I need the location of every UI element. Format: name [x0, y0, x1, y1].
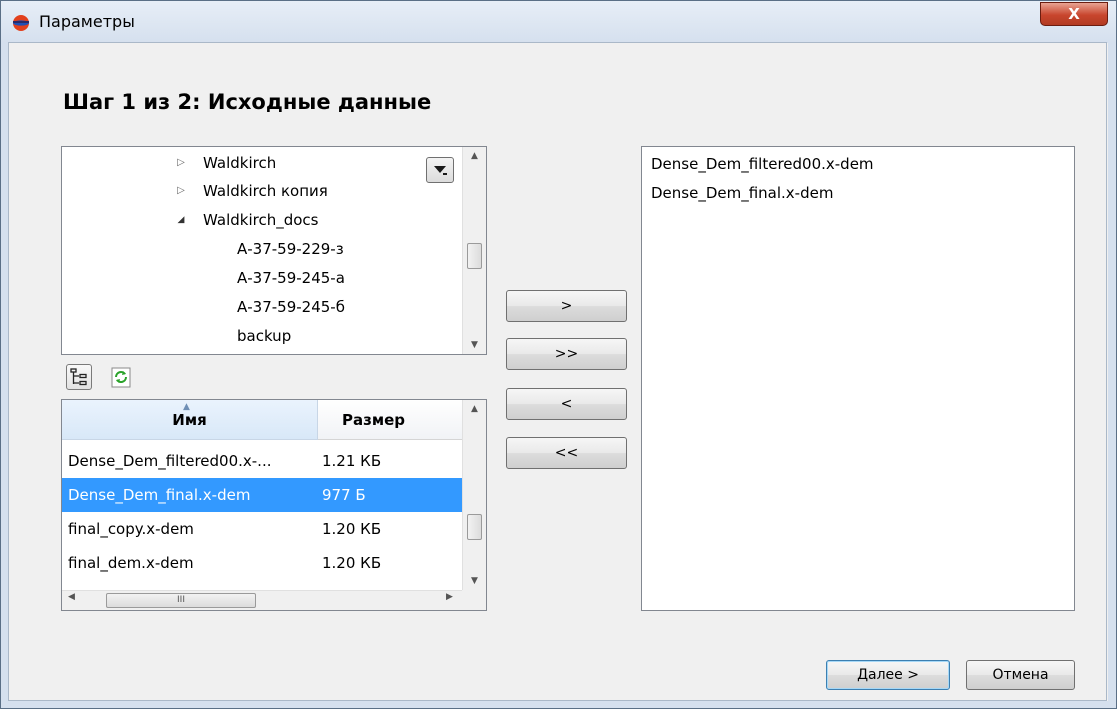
list-vertical-scrollbar[interactable]: ▲ ▼: [462, 400, 486, 590]
scroll-left-icon[interactable]: ◀: [68, 592, 75, 602]
remove-button[interactable]: <: [506, 388, 627, 420]
file-name: final_dem.x-dem: [68, 554, 194, 572]
close-icon: X: [1068, 5, 1080, 23]
dropdown-arrow-icon: [434, 166, 447, 175]
add-all-button[interactable]: >>: [506, 338, 627, 370]
column-header-label: Размер: [342, 411, 406, 429]
tree-item-label: Waldkirch копия: [203, 182, 328, 200]
scroll-down-icon[interactable]: ▼: [463, 572, 486, 590]
expand-arrow-icon[interactable]: ▷: [175, 149, 187, 177]
tree-item-label: А-37-59-245-а: [237, 269, 345, 287]
column-header-size[interactable]: Размер: [318, 400, 462, 440]
table-row[interactable]: Dense_Dem_filtered00.x-... 1.21 КБ: [62, 444, 462, 478]
list-item[interactable]: Dense_Dem_filtered00.x-dem: [651, 155, 874, 173]
sort-ascending-icon: ▲: [183, 402, 190, 412]
list-horizontal-scrollbar[interactable]: ◀ III ▶: [62, 590, 462, 610]
tree-item-label: Waldkirch: [203, 154, 277, 172]
title-bar[interactable]: Параметры X: [1, 1, 1116, 43]
column-header-name[interactable]: ▲ Имя: [62, 400, 318, 440]
tree-view-button[interactable]: [66, 364, 92, 390]
tree-item-label: А-37-59-229-з: [237, 240, 344, 258]
column-header-label: Имя: [172, 411, 207, 429]
scroll-grip: III: [177, 595, 185, 605]
selected-files-list[interactable]: Dense_Dem_filtered00.x-dem Dense_Dem_fin…: [641, 146, 1075, 611]
next-button[interactable]: Далее >: [826, 660, 950, 690]
window-title: Параметры: [39, 12, 135, 31]
tree-item[interactable]: А-37-59-229-з: [237, 235, 344, 263]
scroll-up-icon[interactable]: ▲: [463, 147, 486, 165]
file-list[interactable]: ▲ Имя Размер Dense_Dem_filtered00.x-... …: [61, 399, 487, 611]
scroll-thumb[interactable]: [467, 514, 482, 540]
window-frame-bottom: [1, 701, 1116, 708]
add-button[interactable]: >: [506, 290, 627, 322]
tree-item[interactable]: backup: [237, 322, 291, 350]
tree-view-icon: [70, 368, 87, 386]
tree-dropdown-button[interactable]: [426, 157, 454, 183]
close-button[interactable]: X: [1040, 2, 1108, 26]
cancel-button[interactable]: Отмена: [966, 660, 1075, 690]
file-name: Dense_Dem_final.x-dem: [68, 486, 251, 504]
file-name: final_copy.x-dem: [68, 520, 194, 538]
file-size: 1.20 КБ: [322, 554, 382, 572]
file-size: 1.20 КБ: [322, 520, 382, 538]
table-row[interactable]: final_copy.x-dem 1.20 КБ: [62, 512, 462, 546]
tree-item-label: backup: [237, 327, 292, 345]
remove-all-button[interactable]: <<: [506, 437, 627, 469]
refresh-icon: [111, 367, 131, 388]
collapse-arrow-icon[interactable]: ◢: [175, 206, 187, 234]
scroll-thumb[interactable]: III: [106, 593, 256, 608]
table-row[interactable]: final_dem.x-dem 1.20 КБ: [62, 546, 462, 580]
app-logo-icon: [13, 15, 29, 31]
expand-arrow-icon[interactable]: ▷: [175, 177, 187, 205]
window-frame-right: [1108, 43, 1116, 708]
step-title: Шаг 1 из 2: Исходные данные: [63, 90, 432, 114]
table-row-selected[interactable]: Dense_Dem_final.x-dem 977 Б: [62, 478, 462, 512]
scroll-down-icon[interactable]: ▼: [463, 336, 486, 354]
tree-vertical-scrollbar[interactable]: ▲ ▼: [462, 147, 486, 354]
folder-tree[interactable]: ▷ Waldkirch ▷ Waldkirch копия ◢ Waldkirc…: [61, 146, 487, 355]
list-item[interactable]: Dense_Dem_final.x-dem: [651, 184, 833, 202]
tree-item[interactable]: А-37-59-245-а: [237, 264, 345, 292]
tree-item-label: Waldkirch_docs: [203, 211, 319, 229]
file-name: Dense_Dem_filtered00.x-...: [68, 452, 272, 470]
tree-item-label: А-37-59-245-б: [237, 298, 345, 316]
scrollbar-corner: [462, 590, 486, 610]
tree-item[interactable]: А-37-59-245-б: [237, 293, 345, 321]
scroll-right-icon[interactable]: ▶: [446, 592, 453, 602]
refresh-button[interactable]: [108, 364, 134, 390]
file-size: 977 Б: [322, 486, 366, 504]
file-size: 1.21 КБ: [322, 452, 382, 470]
scroll-up-icon[interactable]: ▲: [463, 400, 486, 418]
scroll-thumb[interactable]: [467, 243, 482, 269]
